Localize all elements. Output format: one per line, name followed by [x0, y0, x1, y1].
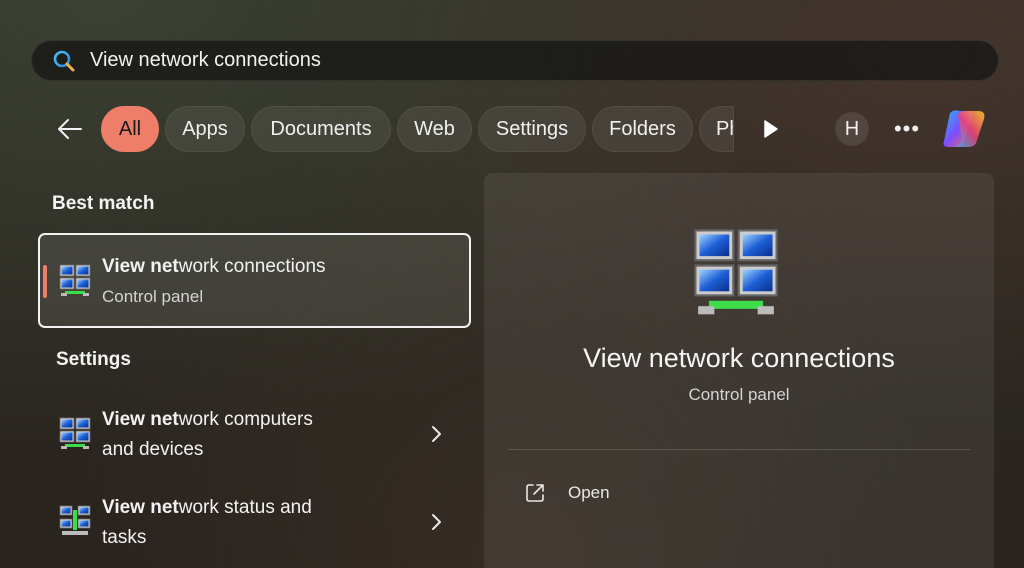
chevron-right-icon[interactable] [429, 512, 443, 532]
best-match-subtitle: Control panel [102, 287, 204, 306]
preview-title: View network connections [583, 343, 895, 373]
open-label: Open [568, 483, 610, 502]
selection-indicator [43, 265, 47, 298]
filter-photos[interactable]: Ph [699, 106, 734, 152]
settings-item-network-status[interactable]: View network status and tasks [38, 483, 471, 563]
back-button[interactable] [52, 111, 88, 147]
open-external-icon [526, 484, 544, 502]
best-match-item[interactable]: View network connections Control panel [38, 233, 471, 328]
search-input[interactable]: View network connections [90, 49, 321, 72]
scroll-right-icon[interactable] [758, 117, 782, 141]
filter-settings[interactable]: Settings [478, 106, 586, 152]
settings-item-title: View network status and tasks [102, 497, 312, 548]
back-arrow-icon [58, 119, 82, 139]
filter-web[interactable]: Web [397, 106, 472, 152]
network-connections-large-icon [694, 229, 778, 316]
network-connections-icon [59, 264, 91, 297]
filter-documents[interactable]: Documents [251, 106, 391, 152]
search-icon [53, 50, 75, 71]
filter-apps[interactable]: Apps [165, 106, 245, 152]
filter-folders[interactable]: Folders [592, 106, 693, 152]
open-action[interactable]: Open [508, 471, 708, 515]
filter-all[interactable]: All [101, 106, 159, 152]
settings-item-title: View network computers and devices [102, 409, 313, 460]
divider [508, 449, 970, 450]
best-match-title: View network connections [102, 256, 326, 277]
network-computers-icon [59, 417, 91, 450]
more-options-button[interactable]: ••• [892, 115, 922, 143]
settings-item-network-computers[interactable]: View network computers and devices [38, 395, 471, 475]
search-box[interactable]: View network connections [31, 40, 999, 81]
best-match-heading: Best match [52, 193, 155, 214]
copilot-icon[interactable] [940, 107, 988, 151]
account-avatar[interactable]: H [835, 112, 869, 146]
preview-pane: View network connections Control panel O… [484, 173, 994, 568]
filter-bar: All Apps Documents Web Settings Folders … [0, 105, 1024, 153]
network-status-icon [59, 505, 91, 535]
chevron-right-icon[interactable] [429, 424, 443, 444]
settings-heading: Settings [56, 349, 131, 370]
preview-subtitle: Control panel [688, 385, 790, 404]
